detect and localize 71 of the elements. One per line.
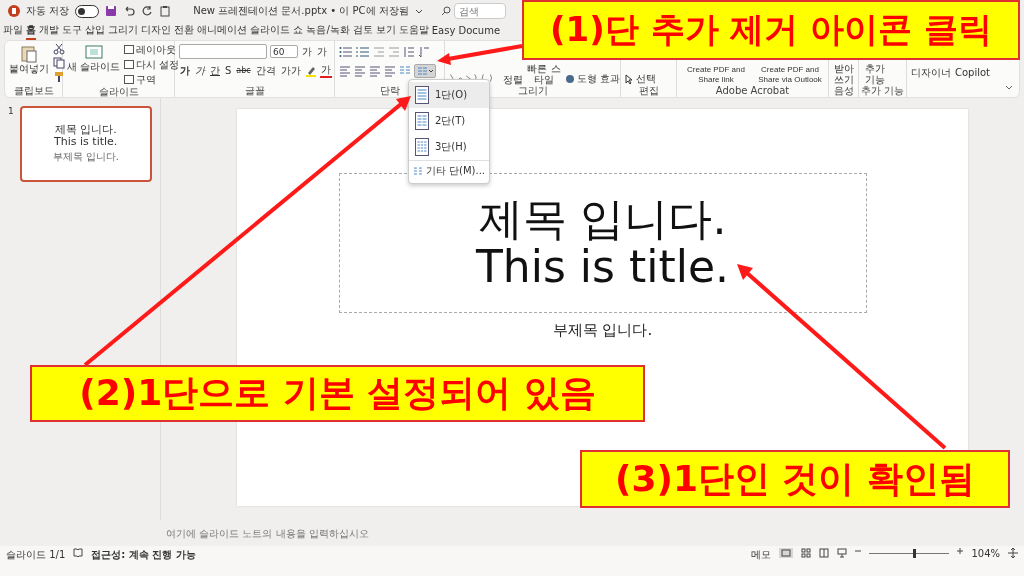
shape-effects-button[interactable]: 도형 효과	[565, 72, 621, 85]
slide-title: 제목 입니다.	[478, 195, 727, 243]
zoom-level[interactable]: 104%	[971, 548, 1000, 559]
group-label: 단락	[379, 85, 400, 97]
assistant-button[interactable]: 디자이너	[911, 65, 951, 78]
font-format-button[interactable]: S	[224, 64, 233, 77]
autosave-label: 자동 저장	[26, 4, 70, 18]
dictate-button[interactable]: 받아쓰기	[833, 63, 855, 85]
menu-tab[interactable]: 슬라이드 쇼	[250, 22, 304, 40]
group-label: 클립보드	[13, 85, 54, 97]
group-label: 글꼴	[244, 85, 265, 97]
font-size-field[interactable]: 60	[270, 45, 298, 58]
menu-tab[interactable]: 녹음/녹화	[306, 22, 350, 40]
font-format-button[interactable]: 가가	[279, 64, 302, 77]
more-columns-item[interactable]: 기타 단(M)...	[409, 160, 489, 181]
menu-tab[interactable]: 파일	[3, 22, 23, 40]
menu-tab[interactable]: 삽입	[85, 22, 106, 40]
group-label: 음성	[833, 85, 854, 97]
menu-tab[interactable]: 그리기	[108, 22, 139, 40]
menu-tab[interactable]: 보기	[375, 22, 396, 40]
shrink-font-button[interactable]: 가	[316, 45, 328, 58]
paste-button[interactable]: 붙여넣기	[9, 43, 49, 74]
font-color-button[interactable]: 가	[319, 63, 332, 78]
font-format-button[interactable]: 간	[209, 64, 221, 77]
grow-font-button[interactable]: 가	[301, 45, 313, 58]
menu-tab[interactable]: 개발 도구	[39, 22, 83, 40]
select-button[interactable]: 선택	[625, 72, 656, 85]
slide-subtitle: 부제목 입니다.	[552, 321, 653, 340]
notes-button[interactable]: 메모	[751, 548, 772, 562]
group-label: 편집	[638, 85, 659, 97]
document-title[interactable]: New 프레젠테이션 문서.pptx • 이 PC에 저장됨	[193, 4, 409, 18]
notes-field[interactable]: 여기에 슬라이드 노트의 내용을 입력하십시오	[160, 526, 568, 540]
menu-tab[interactable]: 검토	[352, 22, 373, 40]
slide-counter: 슬라이드 1/1	[6, 548, 66, 562]
font-format-button[interactable]: 간격	[254, 64, 277, 77]
slide-thumbnail[interactable]: 제목 입니다. This is title. 부제목 입니다.	[19, 106, 152, 182]
create-pdf-button[interactable]: Create PDF and Share via Outlook	[755, 65, 825, 85]
menu-tab[interactable]: 디자인	[141, 22, 172, 40]
font-format-button[interactable]: 가	[179, 64, 191, 77]
new-slide-button[interactable]: 새 슬라이드	[67, 43, 121, 72]
font-format-button[interactable]: 가	[194, 64, 206, 77]
font-format-button[interactable]: abc	[235, 64, 252, 77]
annotation-callout: (1)단 추가 제거 아이콘 클릭	[522, 0, 1020, 60]
group-label: 슬라이드	[98, 86, 139, 98]
thumbnail-title: This is title.	[54, 136, 118, 148]
search-field[interactable]: 검색	[453, 3, 506, 19]
create-pdf-button[interactable]: Create PDF and Share link	[681, 65, 751, 85]
group-label: 추가 기능	[860, 85, 905, 97]
accessibility-status[interactable]: 접근성: 계속 진행 가능	[91, 548, 196, 562]
arrange-button[interactable]: 정렬	[503, 74, 523, 85]
columns-menu-item[interactable]: 1단(O)	[409, 82, 489, 108]
annotation-callout: (2)1단으로 기본 설정되어 있음	[30, 365, 645, 422]
slide-command-button[interactable]: 레이아웃	[124, 43, 180, 56]
menu-tab[interactable]: Easy Docume	[431, 23, 501, 39]
columns-menu-item[interactable]: 3단(H)	[409, 134, 489, 160]
quick-styles-button[interactable]: 빠른 스타일	[527, 63, 561, 85]
add-ins-button[interactable]: 추가 기능	[863, 63, 887, 85]
assistant-button[interactable]: Copilot	[955, 65, 991, 78]
group-label: Adobe Acrobat	[715, 85, 790, 97]
columns-menu-item[interactable]: 2단(T)	[409, 108, 489, 134]
slide-command-button[interactable]: 다시 설정	[124, 58, 180, 71]
menu-tab[interactable]: 도움말	[398, 22, 429, 40]
group-label: 그리기	[517, 85, 548, 97]
menu-tab[interactable]: 전환	[174, 22, 195, 40]
slide-number: 1	[8, 106, 14, 118]
menu-tab[interactable]: 애니메이션	[197, 22, 248, 40]
slide-command-button[interactable]: 구역	[124, 73, 180, 86]
thumbnail-title: 제목 입니다.	[54, 124, 117, 136]
slide-title: This is title.	[475, 243, 729, 291]
thumbnail-subtitle: 부제목 입니다.	[52, 150, 119, 164]
annotation-callout: (3)1단인 것이 확인됨	[580, 450, 1010, 508]
